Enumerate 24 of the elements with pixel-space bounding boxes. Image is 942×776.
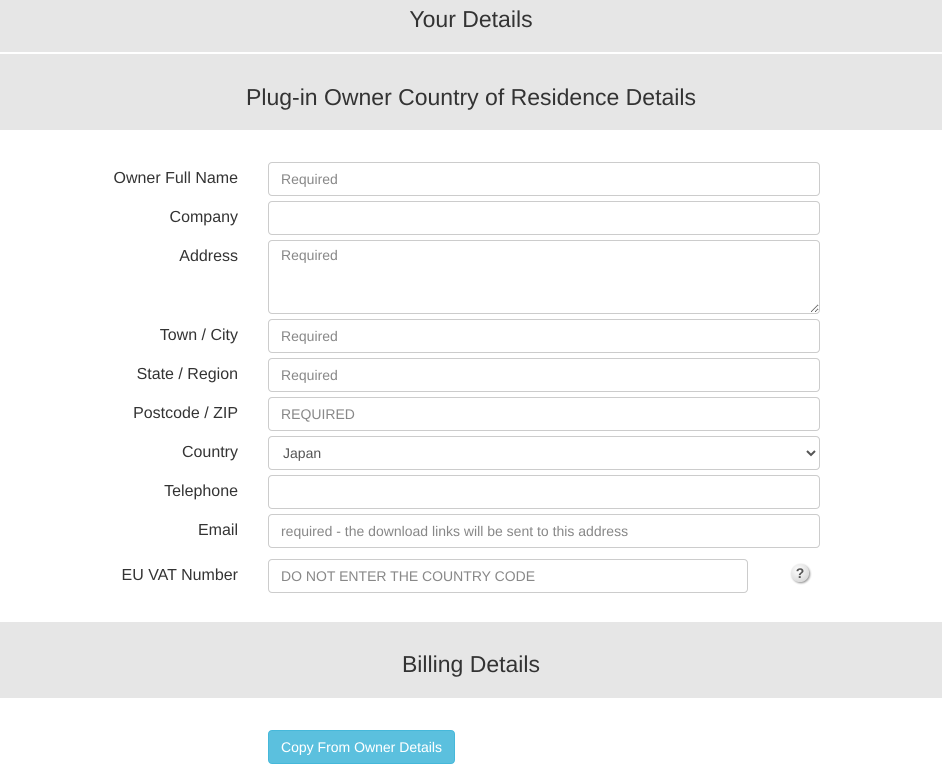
section-title: Plug-in Owner Country of Residence Details bbox=[246, 84, 696, 110]
page-title: Your Details bbox=[409, 6, 533, 32]
field-label: Email bbox=[196, 521, 239, 541]
input-field[interactable]: required - the download links will be sent to this address bbox=[268, 514, 820, 548]
field-label: Company bbox=[168, 208, 239, 228]
input-field[interactable]: Required bbox=[268, 162, 820, 196]
input-field[interactable]: REQUIRED bbox=[268, 397, 820, 431]
input-field[interactable]: DO NOT ENTER THE COUNTRY CODE bbox=[268, 559, 748, 593]
input-field[interactable]: Required bbox=[268, 358, 820, 392]
input-field[interactable]: Required bbox=[268, 240, 820, 314]
field-label: Owner Full Name bbox=[112, 169, 239, 189]
field-label: Telephone bbox=[163, 482, 239, 502]
field-label: EU VAT Number bbox=[120, 566, 239, 586]
section-title: Billing Details bbox=[402, 651, 540, 677]
country-dropdown[interactable]: Japan bbox=[268, 436, 820, 470]
field-label: Country bbox=[180, 443, 239, 463]
field-label: State / Region bbox=[136, 365, 239, 385]
input-field[interactable] bbox=[268, 201, 820, 235]
input-field[interactable]: Required bbox=[268, 319, 820, 353]
input-field[interactable] bbox=[268, 475, 820, 509]
help-icon[interactable]: ? bbox=[791, 564, 809, 582]
field-label: Town / City bbox=[158, 326, 239, 346]
field-label: Postcode / ZIP bbox=[132, 404, 239, 424]
field-label: Address bbox=[178, 247, 239, 267]
